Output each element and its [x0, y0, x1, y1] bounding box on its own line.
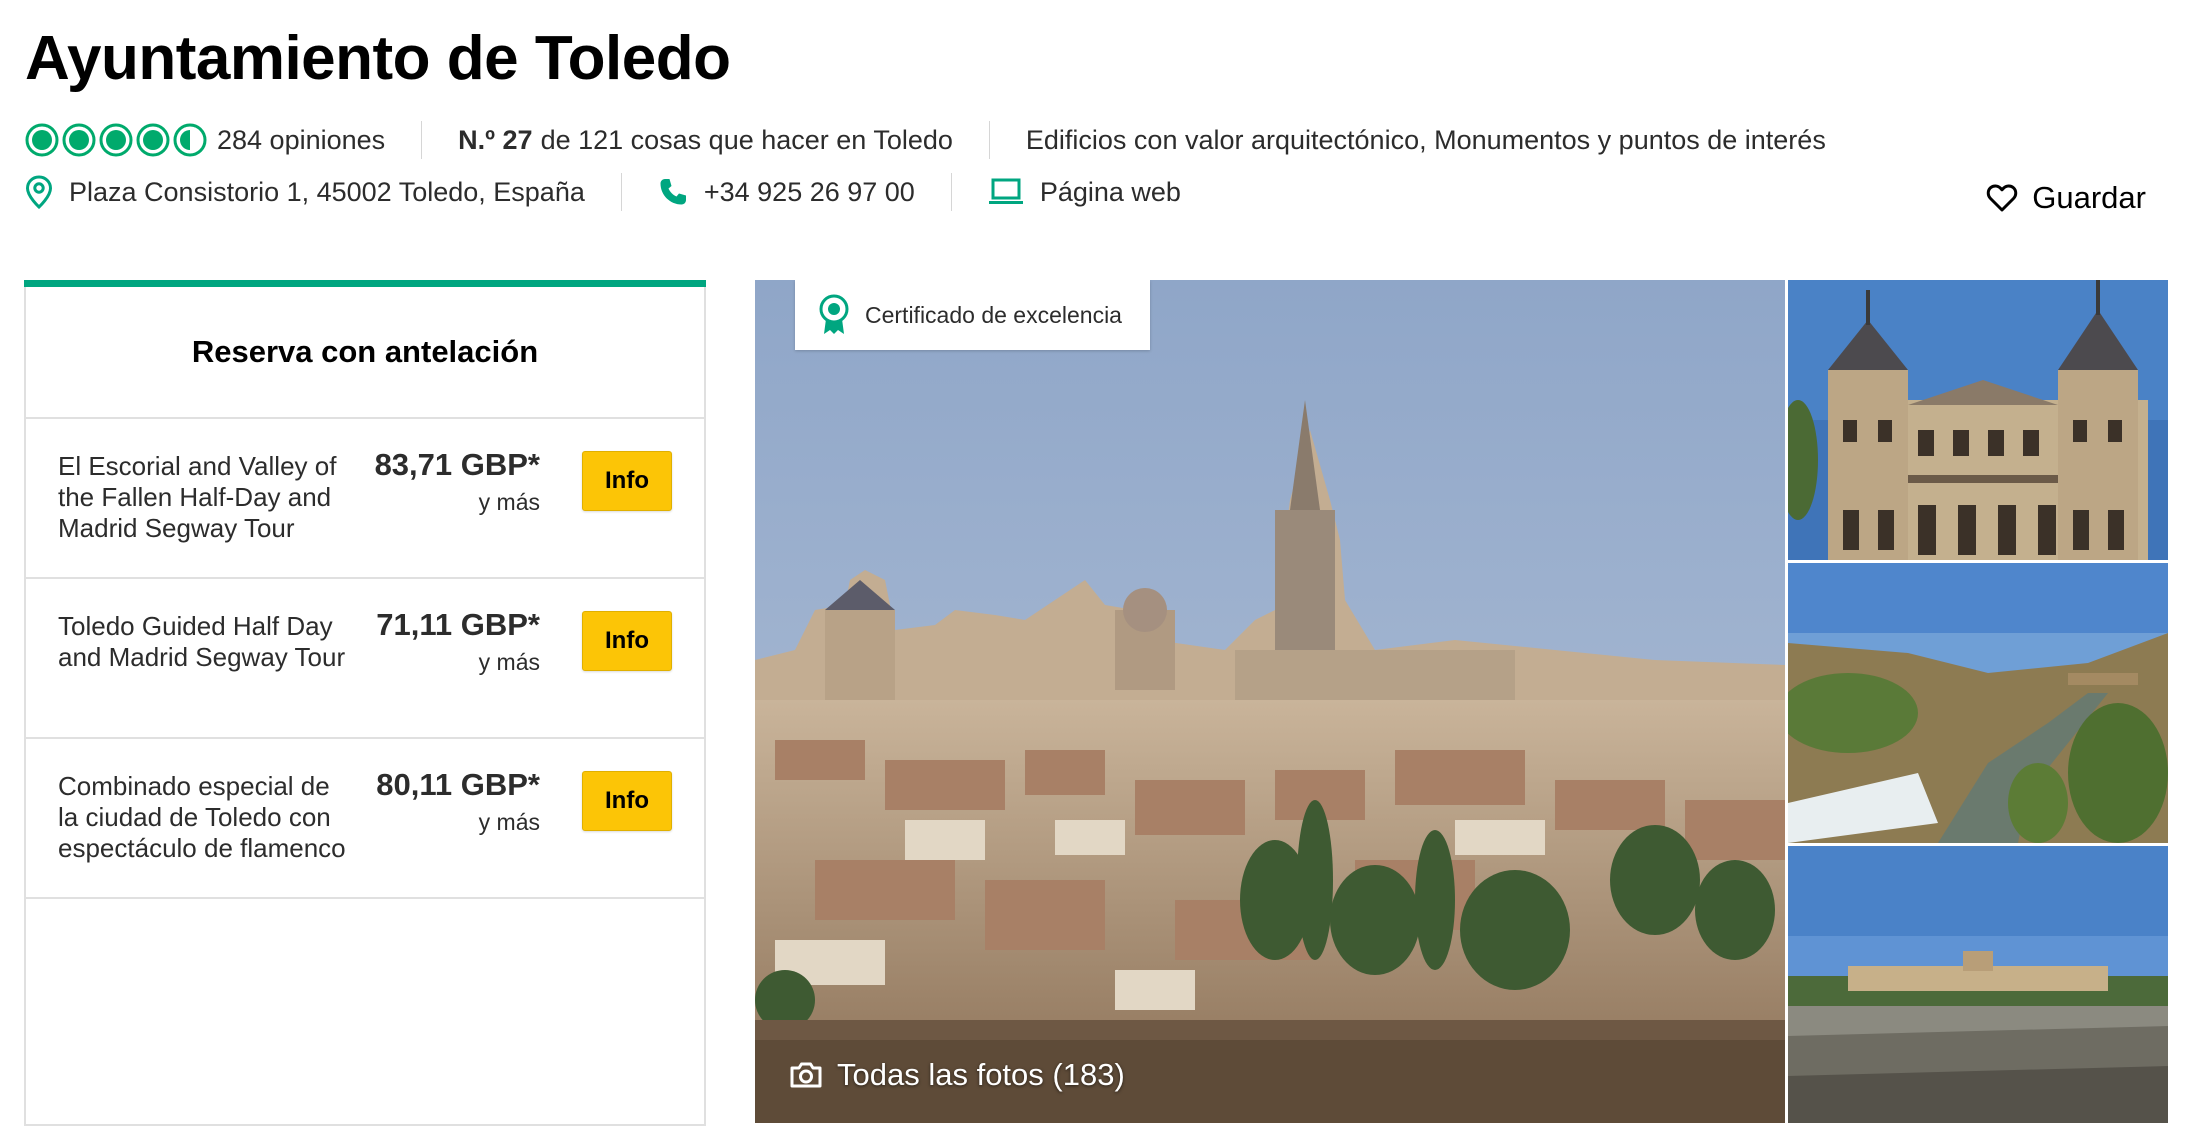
- info-button[interactable]: Info: [582, 771, 672, 831]
- panel-accent-bar: [24, 280, 706, 287]
- ranking-number: N.º 27: [458, 124, 533, 155]
- photo-thumbnail[interactable]: [1788, 846, 2168, 1123]
- laptop-icon: [988, 177, 1024, 207]
- toledo-cityscape-image: [755, 280, 1785, 1123]
- tagus-river-image: [1788, 563, 2168, 843]
- photo-thumbnail[interactable]: [1788, 563, 2168, 843]
- price-suffix: y más: [478, 489, 540, 515]
- summary-row: 284 opiniones N.º 27 de 121 cosas que hac…: [25, 120, 1826, 160]
- tour-price: 71,11 GBP* y más: [376, 607, 540, 676]
- divider: [620, 173, 622, 211]
- tour-price: 80,11 GBP* y más: [376, 767, 540, 836]
- contact-row: Plaza Consistorio 1, 45002 Toledo, Españ…: [25, 172, 1181, 212]
- photo-thumbnail[interactable]: [1788, 280, 2168, 560]
- all-photos-label: Todas las fotos (183): [837, 1057, 1125, 1092]
- award-ribbon-icon: [819, 294, 849, 334]
- booking-panel: Reserva con antelación El Escorial and V…: [24, 280, 706, 1126]
- price-suffix: y más: [478, 649, 540, 675]
- tour-item[interactable]: Toledo Guided Half Day and Madrid Segway…: [26, 579, 704, 739]
- main-photo[interactable]: Certificado de excelencia Todas las foto…: [755, 280, 1785, 1123]
- divider: [421, 121, 423, 159]
- price-suffix: y más: [478, 809, 540, 835]
- tour-name[interactable]: Combinado especial de la ciudad de Toled…: [58, 771, 348, 864]
- categories-link[interactable]: Edificios con valor arquitectónico, Monu…: [1026, 125, 1826, 156]
- town-hall-image: [1788, 280, 2168, 560]
- all-photos-button[interactable]: Todas las fotos (183): [789, 1057, 1125, 1093]
- phone-link[interactable]: +34 925 26 97 00: [704, 177, 915, 208]
- price-value: 71,11 GBP*: [376, 607, 540, 642]
- reviews-count-link[interactable]: 284 opiniones: [217, 125, 385, 156]
- tour-name[interactable]: El Escorial and Valley of the Fallen Hal…: [58, 451, 348, 544]
- rating-bubble-icon: [136, 123, 170, 157]
- website-link[interactable]: Página web: [1040, 177, 1181, 208]
- page-title: Ayuntamiento de Toledo: [25, 24, 731, 93]
- address-link[interactable]: Plaza Consistorio 1, 45002 Toledo, Españ…: [69, 177, 585, 208]
- divider: [988, 121, 990, 159]
- rating-bubbles[interactable]: [25, 123, 207, 157]
- price-value: 83,71 GBP*: [374, 447, 540, 482]
- price-value: 80,11 GBP*: [376, 767, 540, 802]
- rating-bubble-icon: [99, 123, 133, 157]
- save-button[interactable]: Guardar: [1986, 180, 2146, 216]
- tour-item[interactable]: El Escorial and Valley of the Fallen Hal…: [26, 419, 704, 579]
- rating-half-bubble-icon: [173, 123, 207, 157]
- divider: [950, 173, 952, 211]
- certificate-badge: Certificado de excelencia: [795, 280, 1150, 350]
- rating-bubble-icon: [62, 123, 96, 157]
- tour-item[interactable]: Combinado especial de la ciudad de Toled…: [26, 739, 704, 899]
- booking-title: Reserva con antelación: [26, 287, 704, 419]
- tour-price: 83,71 GBP* y más: [375, 447, 540, 516]
- ranking[interactable]: N.º 27 de 121 cosas que hacer en Toledo: [458, 125, 953, 156]
- alcazar-view-image: [1788, 846, 2168, 1123]
- rating-bubble-icon: [25, 123, 59, 157]
- phone-icon: [658, 177, 688, 207]
- ranking-text: de 121 cosas que hacer en Toledo: [540, 124, 953, 155]
- location-pin-icon: [25, 175, 53, 209]
- info-button[interactable]: Info: [582, 451, 672, 511]
- heart-icon: [1987, 184, 2018, 212]
- tour-name[interactable]: Toledo Guided Half Day and Madrid Segway…: [58, 611, 348, 673]
- certificate-label: Certificado de excelencia: [865, 301, 1122, 328]
- camera-icon: [790, 1062, 822, 1088]
- info-button[interactable]: Info: [582, 611, 672, 671]
- save-label: Guardar: [2032, 180, 2146, 215]
